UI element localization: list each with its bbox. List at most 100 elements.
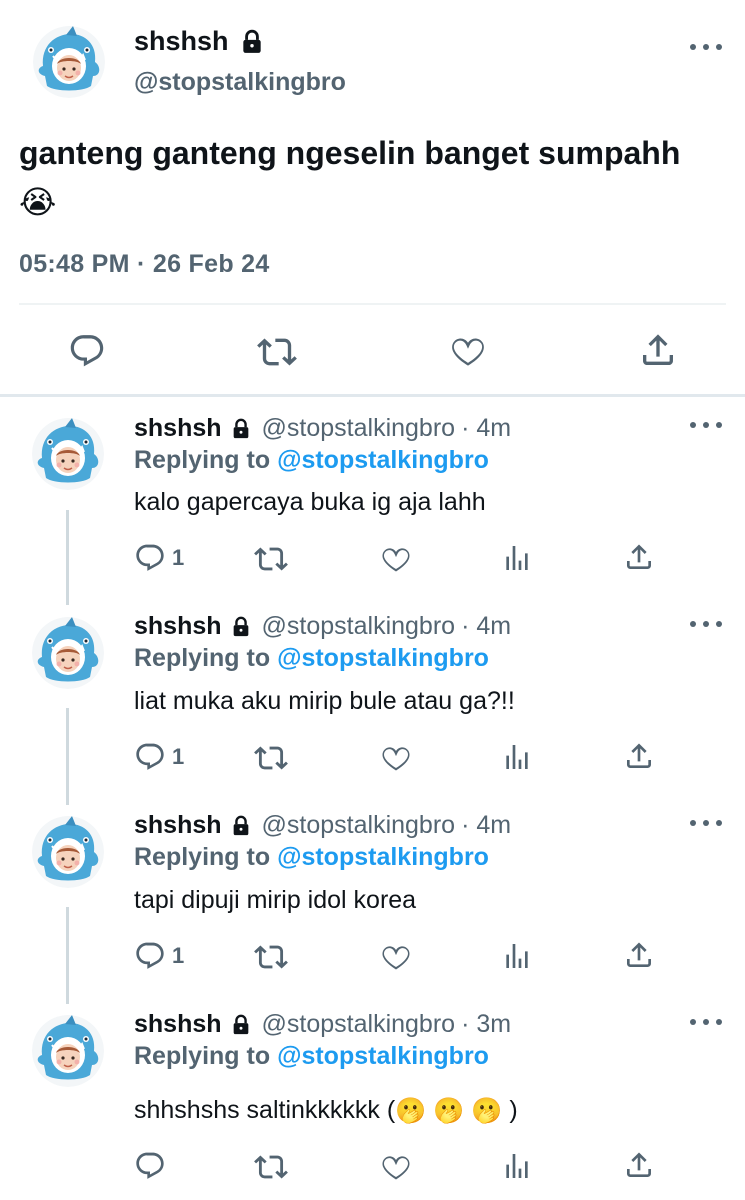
reply-button[interactable]: 1: [134, 940, 184, 972]
more-dots-icon[interactable]: [690, 42, 722, 52]
analytics-button[interactable]: [501, 940, 533, 972]
reply-text: kalo gapercaya buka ig aja lahh: [134, 488, 486, 516]
main-tweet-handle[interactable]: @stopstalkingbro: [134, 68, 346, 97]
replying-to-link[interactable]: @stopstalkingbro: [277, 1042, 489, 1070]
reply-text-part: ): [502, 1096, 518, 1124]
relative-time[interactable]: · 4m: [461, 612, 511, 641]
like-button[interactable]: [379, 542, 413, 576]
share-icon: [623, 740, 655, 772]
relative-time[interactable]: · 3m: [461, 1010, 511, 1039]
retweet-icon: [254, 1150, 288, 1184]
display-name[interactable]: shshsh: [134, 612, 222, 641]
replying-to-label: Replying to: [134, 446, 271, 474]
lock-icon: [230, 1013, 252, 1037]
analytics-icon: [501, 741, 533, 773]
shark-avatar-icon: [32, 816, 104, 888]
thread-line: [66, 907, 69, 1004]
replying-to-link[interactable]: @stopstalkingbro: [277, 843, 489, 871]
share-icon: [623, 541, 655, 573]
relative-time[interactable]: · 4m: [461, 811, 511, 840]
analytics-button[interactable]: [501, 741, 533, 773]
speech-bubble-icon: [134, 542, 166, 574]
handle[interactable]: @stopstalkingbro: [262, 1010, 456, 1039]
heart-icon: [379, 741, 413, 775]
reply-button[interactable]: 1: [134, 741, 184, 773]
heart-icon: [379, 1150, 413, 1184]
share-button[interactable]: [623, 939, 655, 971]
shark-avatar-icon: [32, 418, 104, 490]
shark-avatar-icon: [32, 1015, 104, 1087]
replying-to-link[interactable]: @stopstalkingbro: [277, 446, 489, 474]
display-name[interactable]: shshsh: [134, 1010, 222, 1039]
reply-text: shhshshs saltinkkkkkk (🫢 🫢 🫢 ): [134, 1096, 518, 1126]
share-button[interactable]: [623, 541, 655, 573]
analytics-icon: [501, 542, 533, 574]
reply-button[interactable]: 1: [134, 542, 184, 574]
like-button[interactable]: [379, 1150, 413, 1184]
retweet-icon: [254, 940, 288, 974]
share-button[interactable]: [638, 330, 678, 370]
share-icon: [638, 330, 678, 370]
speech-bubble-icon: [134, 741, 166, 773]
replying-to-link[interactable]: @stopstalkingbro: [277, 644, 489, 672]
replying-to: Replying to @stopstalkingbro: [134, 1042, 489, 1071]
like-button[interactable]: [379, 940, 413, 974]
main-tweet-author[interactable]: shshsh: [134, 26, 265, 57]
share-button[interactable]: [623, 740, 655, 772]
reply-count: 1: [172, 744, 185, 769]
tweet-text: ganteng ganteng ngeselin banget sumpahh: [19, 135, 681, 171]
like-button[interactable]: [448, 331, 488, 371]
lock-icon: [230, 615, 252, 639]
display-name[interactable]: shshsh: [134, 811, 222, 840]
loudly-crying-emoji-icon: 😭: [19, 183, 57, 220]
retweet-button[interactable]: [254, 940, 288, 974]
relative-time[interactable]: · 4m: [461, 414, 511, 443]
avatar[interactable]: [33, 26, 105, 98]
thread-line: [66, 510, 69, 605]
display-name: shshsh: [134, 26, 229, 56]
handle[interactable]: @stopstalkingbro: [262, 612, 456, 641]
divider: [19, 303, 726, 305]
handle[interactable]: @stopstalkingbro: [262, 414, 456, 443]
shark-avatar-icon: [33, 26, 105, 98]
heart-icon: [448, 331, 488, 371]
handle[interactable]: @stopstalkingbro: [262, 811, 456, 840]
reply-count: 1: [172, 545, 185, 570]
replying-to-label: Replying to: [134, 1042, 271, 1070]
hand-over-mouth-emoji-icon: 🫢 🫢 🫢: [395, 1096, 503, 1125]
reply-header: shshsh @stopstalkingbro · 3m: [134, 1010, 511, 1039]
avatar[interactable]: [32, 617, 104, 689]
retweet-button[interactable]: [257, 332, 297, 372]
avatar[interactable]: [32, 1015, 104, 1087]
avatar[interactable]: [32, 418, 104, 490]
retweet-button[interactable]: [254, 1150, 288, 1184]
reply-header: shshsh @stopstalkingbro · 4m: [134, 414, 511, 443]
speech-bubble-icon: [134, 940, 166, 972]
more-dots-icon[interactable]: [690, 1017, 722, 1027]
retweet-icon: [254, 542, 288, 576]
like-button[interactable]: [379, 741, 413, 775]
share-icon: [623, 1149, 655, 1181]
reply-header: shshsh @stopstalkingbro · 4m: [134, 811, 511, 840]
retweet-button[interactable]: [254, 542, 288, 576]
reply-button[interactable]: [134, 1150, 172, 1182]
retweet-icon: [257, 332, 297, 372]
avatar[interactable]: [32, 816, 104, 888]
shark-avatar-icon: [32, 617, 104, 689]
display-name[interactable]: shshsh: [134, 414, 222, 443]
lock-icon: [239, 29, 265, 55]
retweet-button[interactable]: [254, 741, 288, 775]
reply-text: tapi dipuji mirip idol korea: [134, 886, 417, 914]
more-dots-icon[interactable]: [690, 420, 722, 430]
share-button[interactable]: [623, 1149, 655, 1181]
tweet-timestamp[interactable]: 05:48 PM · 26 Feb 24: [19, 250, 270, 279]
analytics-button[interactable]: [501, 542, 533, 574]
more-dots-icon[interactable]: [690, 818, 722, 828]
section-divider: [0, 394, 745, 397]
retweet-icon: [254, 741, 288, 775]
more-dots-icon[interactable]: [690, 619, 722, 629]
replying-to-label: Replying to: [134, 644, 271, 672]
analytics-button[interactable]: [501, 1150, 533, 1182]
reply-button[interactable]: [68, 332, 106, 370]
replying-to-label: Replying to: [134, 843, 271, 871]
